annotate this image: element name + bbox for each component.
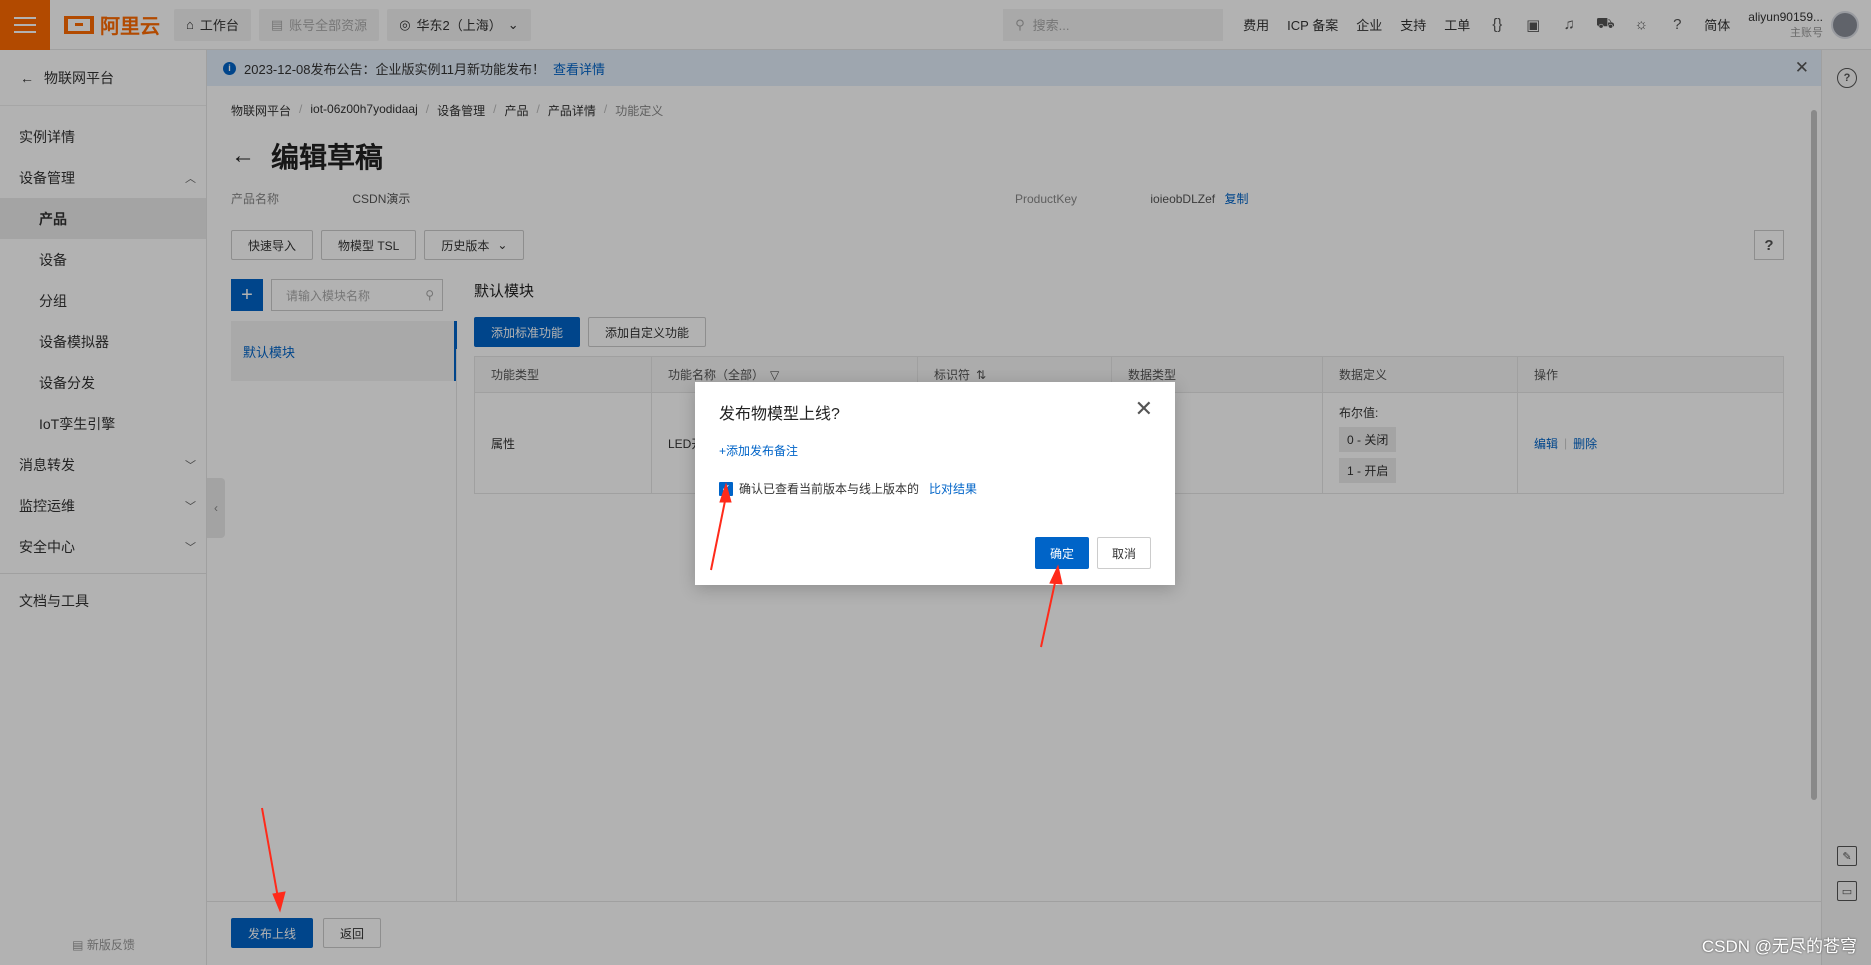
dialog-buttons: 确定 取消 [1034, 537, 1151, 569]
publish-dialog: 发布物模型上线? ✕ +添加发布备注 ✓ 确认已查看当前版本与线上版本的 比对结… [695, 382, 1175, 585]
confirm-checkbox[interactable]: ✓ [719, 481, 733, 496]
confirm-compare-checkbox-row: ✓ 确认已查看当前版本与线上版本的 比对结果 [719, 480, 977, 497]
cancel-button[interactable]: 取消 [1096, 537, 1151, 569]
confirm-button[interactable]: 确定 [1034, 537, 1089, 569]
compare-result-link[interactable]: 比对结果 [929, 480, 977, 497]
add-release-note-link[interactable]: +添加发布备注 [719, 442, 798, 459]
close-icon[interactable]: ✕ [1135, 396, 1153, 422]
confirm-text: 确认已查看当前版本与线上版本的 [739, 482, 920, 496]
watermark: CSDN @无尽的苍穹 [1701, 937, 1857, 956]
dialog-title: 发布物模型上线? [719, 406, 840, 423]
